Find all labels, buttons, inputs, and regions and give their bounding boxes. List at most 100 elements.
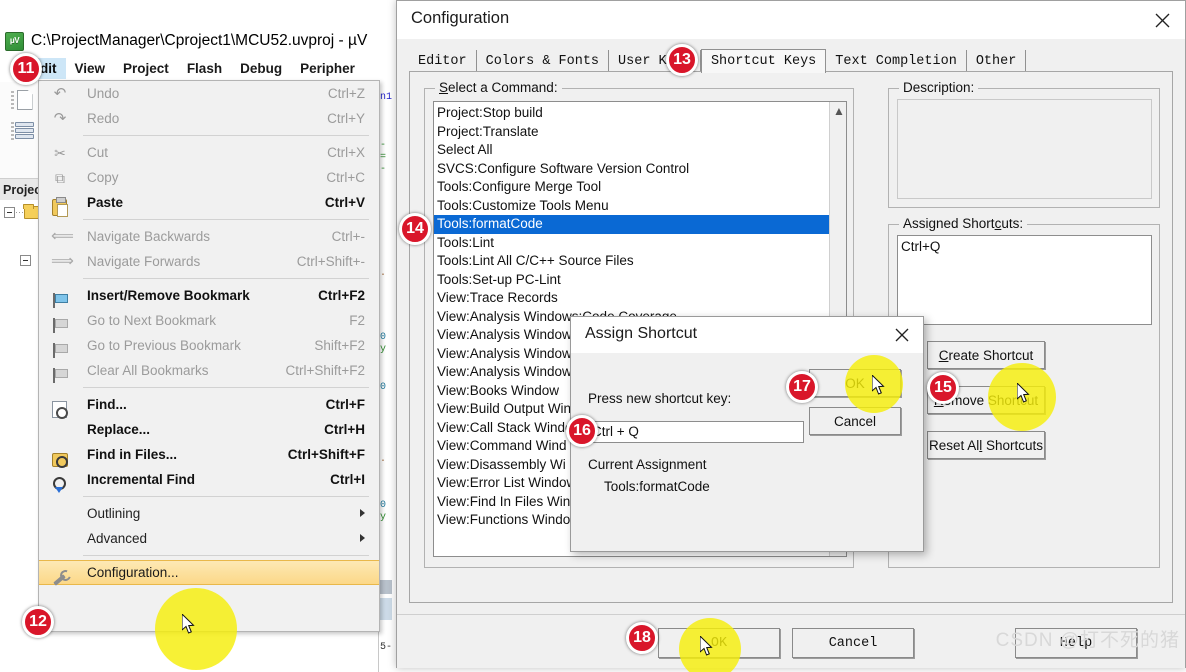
step-badge-18: 18 <box>626 622 658 654</box>
edit-menu-item-go-to-previous-bookmark[interactable]: Go to Previous Bookmark Shift+F2 <box>39 333 379 358</box>
close-icon[interactable] <box>1139 1 1185 39</box>
tab-other[interactable]: Other <box>966 50 1027 72</box>
menu-project[interactable]: Project <box>114 58 178 79</box>
menu-bar: Edit View Project Flash Debug Peripher <box>0 56 392 81</box>
description-group-label: Description: <box>899 80 979 95</box>
edit-menu-item-advanced[interactable]: Advanced <box>39 526 379 551</box>
screen: μV C:\ProjectManager\Cproject1\MCU52.uvp… <box>0 0 1186 672</box>
menu-item-shortcut: Ctrl+Y <box>327 111 365 126</box>
assign-shortcut-dialog-title: Assign Shortcut <box>585 325 698 342</box>
edit-menu-item-find[interactable]: Find... Ctrl+F <box>39 392 379 419</box>
command-list-item[interactable]: Project:Translate <box>434 123 831 142</box>
title-bar: μV C:\ProjectManager\Cproject1\MCU52.uvp… <box>0 26 392 56</box>
edit-menu-item-paste[interactable]: Paste Ctrl+V <box>39 190 379 217</box>
menu-item-shortcut: Ctrl+H <box>324 422 365 437</box>
edit-menu-item-configuration[interactable]: Configuration... <box>39 560 379 585</box>
edit-menu-item-incremental-find[interactable]: Incremental Find Ctrl+I <box>39 467 379 493</box>
chevron-up-icon[interactable]: ▲ <box>833 104 845 118</box>
scissors-icon: ✂ <box>54 145 66 161</box>
configuration-title-bar: Configuration <box>397 1 1185 39</box>
incremental-find-icon <box>52 476 68 493</box>
assign-cancel-button[interactable]: Cancel <box>809 407 901 435</box>
tree-item-child[interactable] <box>0 250 42 272</box>
bookmark-next-icon <box>53 318 68 333</box>
edit-menu-dropdown[interactable]: ↶ Undo Ctrl+Z ↷ Redo Ctrl+Y ✂ Cut Ctrl+X ⧉ Copy Ctr… <box>38 80 380 632</box>
menu-item-shortcut: Ctrl+- <box>331 229 365 244</box>
select-command-group-label: Select a Command: <box>435 80 562 95</box>
assign-shortcut-prompt: Press new shortcut key: <box>588 391 732 406</box>
menu-item-label: Advanced <box>87 531 148 546</box>
project-panel-tab[interactable]: Project <box>0 178 42 200</box>
command-list-item[interactable]: Tools:Set-up PC-Lint <box>434 271 831 290</box>
menu-debug[interactable]: Debug <box>231 58 291 79</box>
step-badge-15: 15 <box>927 372 959 404</box>
edit-menu-item-replace[interactable]: Replace... Ctrl+H <box>39 417 379 442</box>
current-assignment-value: Tools:formatCode <box>604 479 710 494</box>
close-icon[interactable] <box>881 317 923 353</box>
menu-item-shortcut: Ctrl+Z <box>327 86 365 101</box>
menu-item-label: Insert/Remove Bookmark <box>87 288 250 303</box>
command-list-item[interactable]: Project:Stop build <box>434 104 831 123</box>
step-badge-13: 13 <box>666 44 698 76</box>
menu-item-shortcut: Ctrl+X <box>327 145 365 160</box>
tree-item-root[interactable] <box>0 202 42 224</box>
tab-colors-fonts[interactable]: Colors & Fonts <box>476 50 610 72</box>
edit-menu-item-copy[interactable]: ⧉ Copy Ctrl+C <box>39 165 379 190</box>
shortcut-key-input[interactable]: Ctrl + Q <box>588 421 804 443</box>
configuration-tabs[interactable]: Editor Colors & Fonts User Keyw Shortcut Ke… <box>409 48 1027 73</box>
configuration-cancel-button[interactable]: Cancel <box>792 628 914 658</box>
description-group: Description: <box>888 80 1160 208</box>
command-list-item[interactable]: View:Trace Records <box>434 289 831 308</box>
step-badge-16: 16 <box>566 415 598 447</box>
assigned-shortcut-item[interactable]: Ctrl+Q <box>898 238 1151 257</box>
command-list-item[interactable]: Select All <box>434 141 831 160</box>
edit-menu-item-redo[interactable]: ↷ Redo Ctrl+Y <box>39 106 379 131</box>
menu-peripher[interactable]: Peripher <box>291 58 364 79</box>
page-glyph <box>16 90 33 110</box>
tree-expander-icon[interactable] <box>4 207 15 218</box>
edit-menu-item-navigate-backwards[interactable]: ⟸ Navigate Backwards Ctrl+- <box>39 224 379 249</box>
assigned-shortcuts-listbox[interactable]: Ctrl+Q <box>897 235 1152 325</box>
new-file-icon[interactable] <box>8 87 34 113</box>
edit-menu-item-navigate-forwards[interactable]: ⟹ Navigate Forwards Ctrl+Shift+- <box>39 249 379 274</box>
command-list-item[interactable]: Tools:Lint All C/C++ Source Files <box>434 252 831 271</box>
edit-menu-item-clear-all-bookmarks[interactable]: Clear All Bookmarks Ctrl+Shift+F2 <box>39 358 379 383</box>
mouse-cursor-assign-ok <box>872 375 885 395</box>
edit-menu-item-go-to-next-bookmark[interactable]: Go to Next Bookmark F2 <box>39 308 379 333</box>
wrench-icon <box>51 569 68 586</box>
stack-glyph <box>14 122 34 139</box>
edit-menu-item-undo[interactable]: ↶ Undo Ctrl+Z <box>39 81 379 106</box>
command-list-item[interactable]: Tools:formatCode <box>434 215 831 234</box>
command-list-item[interactable]: SVCS:Configure Software Version Control <box>434 160 831 179</box>
command-list-item[interactable]: Tools:Configure Merge Tool <box>434 178 831 197</box>
menu-separator <box>83 219 369 220</box>
menu-item-shortcut: F2 <box>349 313 365 328</box>
arrow-right-icon: ⟹ <box>51 253 74 270</box>
menu-item-label: Undo <box>87 86 120 101</box>
tab-shortcut-keys[interactable]: Shortcut Keys <box>700 49 827 73</box>
edit-menu-item-insert-remove-bookmark[interactable]: Insert/Remove Bookmark Ctrl+F2 <box>39 283 379 308</box>
edit-menu-item-cut[interactable]: ✂ Cut Ctrl+X <box>39 140 379 165</box>
tree-expander-icon[interactable] <box>20 255 31 266</box>
menu-item-label: Go to Next Bookmark <box>87 313 217 328</box>
reset-all-shortcuts-button[interactable]: Reset All Shortcuts <box>927 431 1045 459</box>
copy-icon: ⧉ <box>55 170 65 186</box>
menu-flash[interactable]: Flash <box>178 58 231 79</box>
tab-editor[interactable]: Editor <box>409 50 477 72</box>
save-all-icon[interactable] <box>8 118 34 144</box>
command-list-item[interactable]: Tools:Lint <box>434 234 831 253</box>
toolbar-strip <box>0 82 42 182</box>
step-badge-14: 14 <box>399 213 431 245</box>
shortcut-key-input-value: Ctrl + Q <box>592 424 639 439</box>
menu-item-shortcut: Ctrl+V <box>324 195 365 210</box>
window-title: C:\ProjectManager\Cproject1\MCU52.uvproj… <box>31 32 368 49</box>
find-icon <box>52 400 68 419</box>
menu-view[interactable]: View <box>66 58 115 79</box>
menu-item-label: Configuration... <box>87 565 179 580</box>
reset-all-shortcuts-label: Reset All Shortcuts <box>928 437 1044 453</box>
tab-text-completion[interactable]: Text Completion <box>826 50 967 72</box>
project-tree[interactable] <box>0 202 42 672</box>
edit-menu-item-find-in-files[interactable]: Find in Files... Ctrl+Shift+F <box>39 442 379 468</box>
edit-menu-item-outlining[interactable]: Outlining <box>39 501 379 526</box>
command-list-item[interactable]: Tools:Customize Tools Menu <box>434 197 831 216</box>
